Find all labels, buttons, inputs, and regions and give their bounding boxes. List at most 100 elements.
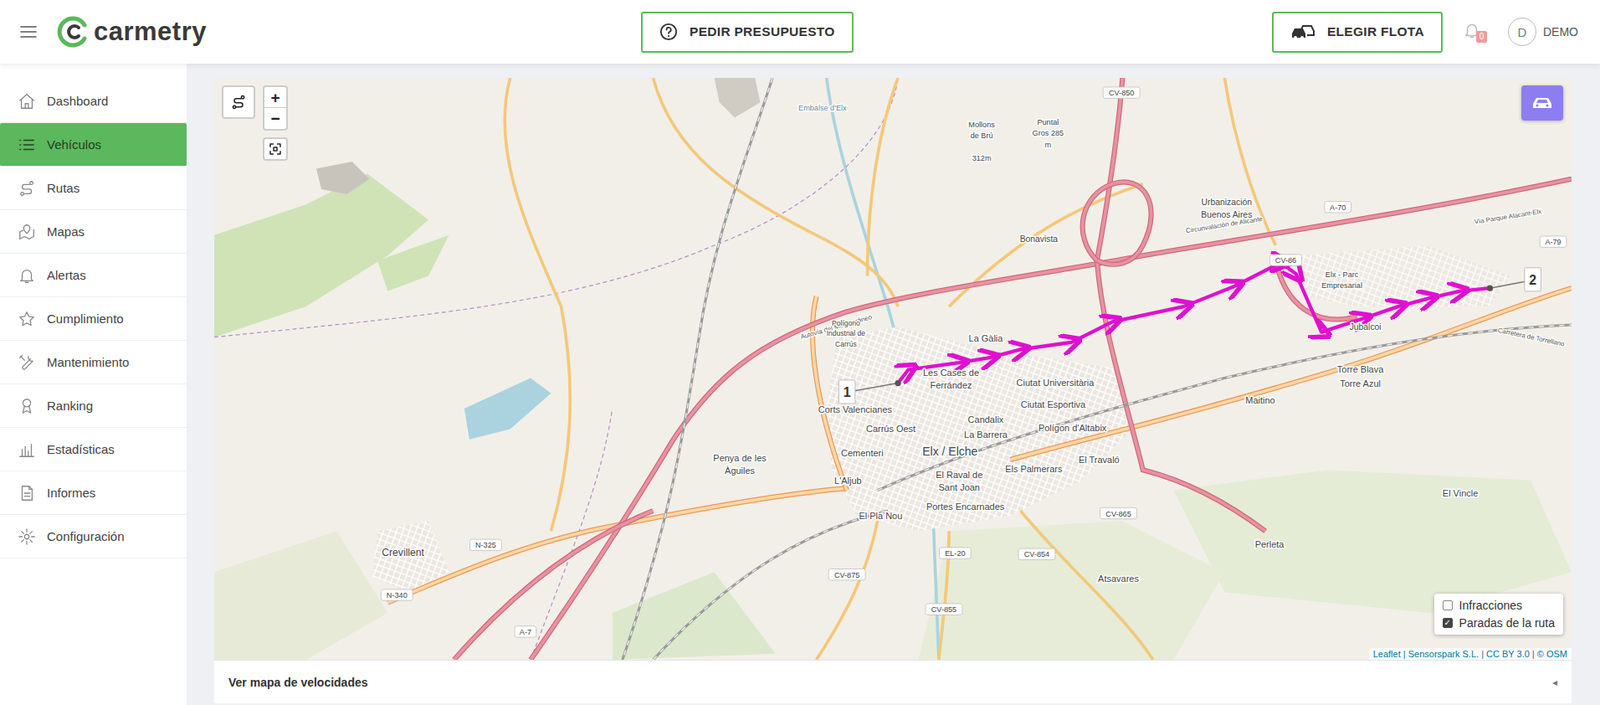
place-label: Empresarial — [1321, 281, 1363, 290]
notifications[interactable]: 0 — [1462, 20, 1483, 43]
speed-map-label[interactable]: Ver mapa de velocidades — [228, 675, 369, 689]
place-label: La Gàlia — [969, 333, 1005, 344]
fullscreen-button[interactable] — [262, 137, 288, 161]
place-label: Crevillent — [381, 546, 425, 559]
place-label: El Vincle — [1442, 487, 1478, 498]
layer-checkbox[interactable]: ✓ — [1442, 617, 1453, 628]
place-label: de Brú — [970, 131, 994, 140]
road-shield: EL-20 — [938, 547, 971, 559]
speed-map-bar[interactable]: Ver mapa de velocidades ◂ — [214, 659, 1572, 703]
menu-icon[interactable] — [18, 21, 39, 42]
route-icon — [16, 179, 37, 198]
vehicle-button[interactable] — [1521, 85, 1564, 121]
place-label: Ciutat Esportiva — [1020, 399, 1087, 410]
layer-toggle[interactable]: Infracciones — [1442, 598, 1555, 612]
svg-text:A-7: A-7 — [519, 627, 532, 636]
sidebar-item[interactable]: Informes — [0, 471, 187, 515]
svg-text:CV-865: CV-865 — [1105, 509, 1131, 518]
sidebar-item[interactable]: Mantenimiento — [0, 340, 187, 385]
place-label: Bonavista — [1020, 234, 1059, 244]
road-label: Autovía del Mediterráneo — [800, 312, 874, 341]
sidebar-item[interactable]: Alertas — [0, 253, 187, 298]
svg-text:N-340: N-340 — [386, 590, 408, 600]
zoom-out-button[interactable]: − — [264, 107, 287, 129]
bell-icon — [16, 266, 37, 285]
logo-icon — [56, 15, 91, 49]
logo[interactable]: carmetry — [56, 15, 207, 49]
place-label: Jubalcoi — [1349, 322, 1382, 332]
road-shield: N-325 — [469, 538, 502, 550]
place-label: Buenos Aires — [1200, 210, 1252, 220]
route-control[interactable] — [221, 85, 256, 119]
place-label: Ferrández — [930, 379, 973, 390]
place-label: Perleta — [1255, 538, 1286, 549]
route-icon — [230, 93, 247, 111]
svg-text:N-325: N-325 — [475, 540, 497, 549]
route-map[interactable]: CV-850A-70A-79CV-86N-325N-340A-7CV-875CV… — [214, 77, 1572, 660]
map-icon — [16, 222, 37, 242]
question-icon — [659, 22, 678, 42]
road-shield: CV-854 — [1018, 548, 1056, 559]
car-icon — [1530, 94, 1554, 112]
zoom-in-button[interactable]: + — [264, 87, 287, 108]
place-label: Polígono — [831, 318, 861, 328]
place-label: Polígon d'Altabix — [1038, 422, 1108, 433]
layer-toggle[interactable]: ✓Paradas de la ruta — [1442, 615, 1555, 630]
layer-checkbox[interactable] — [1442, 600, 1453, 611]
route-path[interactable] — [846, 262, 1534, 393]
user-name[interactable]: DEMO — [1543, 25, 1579, 39]
sidebar-item[interactable]: Estadísticas — [0, 427, 187, 472]
place-label: 312m — [972, 153, 992, 163]
sidebar-item[interactable]: Cumplimiento — [0, 297, 187, 341]
sidebar-item[interactable]: Dashboard — [0, 79, 187, 124]
map-tiles — [214, 77, 1572, 660]
zoom-control: +− — [262, 85, 288, 131]
star-icon — [16, 309, 37, 329]
sidebar-item[interactable]: Mapas — [0, 210, 187, 254]
place-label: Maitino — [1245, 394, 1275, 406]
place-label: Àguiles — [724, 465, 755, 476]
fleet-button[interactable]: ELEGIR FLOTA — [1271, 11, 1443, 53]
road-label: Vía Parque Alacant-Elx — [1473, 207, 1543, 226]
wrench-icon — [16, 353, 37, 372]
place-label: Carrús — [835, 339, 857, 349]
place-label: Les Cases de — [923, 367, 980, 378]
house-icon — [16, 92, 37, 111]
svg-text:A-79: A-79 — [1544, 237, 1561, 247]
map-canvas[interactable]: CV-850A-70A-79CV-86N-325N-340A-7CV-875CV… — [214, 77, 1572, 660]
sidebar-item[interactable]: Configuración — [0, 514, 187, 559]
avatar[interactable]: D — [1507, 17, 1537, 47]
place-label: Ciutat Universitària — [1016, 377, 1096, 388]
place-label: Sant Joan — [938, 482, 980, 493]
svg-text:CV-875: CV-875 — [834, 570, 860, 580]
road-shield: CV-865 — [1100, 507, 1138, 518]
place-label: Carrús Oest — [866, 423, 916, 434]
road-shield: A-7 — [514, 625, 537, 637]
svg-text:A-70: A-70 — [1329, 203, 1346, 212]
svg-text:CV-850: CV-850 — [1108, 88, 1134, 98]
road-shield: A-70 — [1324, 201, 1352, 213]
attribution[interactable]: Leaflet | Sensorspark S.L. | CC BY 3.0 |… — [1369, 647, 1572, 660]
place-label: El Travaló — [1078, 454, 1120, 465]
road-shield: CV-855 — [925, 603, 963, 615]
place-label: Els Palmerars — [1005, 463, 1063, 474]
sidebar-item[interactable]: Rutas — [0, 166, 187, 211]
place-label: Puntal — [1036, 117, 1059, 127]
collapse-toggle[interactable]: ◂ — [1552, 676, 1558, 688]
sidebar-item[interactable]: Vehículos — [0, 123, 187, 167]
cars-icon — [1290, 22, 1316, 42]
place-label: Industrial de — [826, 328, 867, 338]
fullscreen-icon — [268, 142, 283, 156]
stop-marker[interactable]: 1 — [838, 379, 856, 404]
road-label: Carretera de Torrellano — [1497, 326, 1566, 349]
place-label: Mollons — [968, 120, 995, 129]
place-label: Corts Valencianes — [818, 404, 893, 415]
place-label: Candalix — [968, 414, 1005, 425]
svg-text:EL-20: EL-20 — [944, 548, 965, 558]
place-label: Urbanización — [1201, 197, 1253, 207]
road-shield: CV-875 — [828, 568, 866, 580]
sidebar-item[interactable]: Ranking — [0, 384, 187, 428]
stop-marker[interactable]: 2 — [1524, 267, 1542, 292]
medal-icon — [16, 396, 37, 416]
quote-button[interactable]: PEDIR PRESUPUESTO — [641, 11, 854, 53]
